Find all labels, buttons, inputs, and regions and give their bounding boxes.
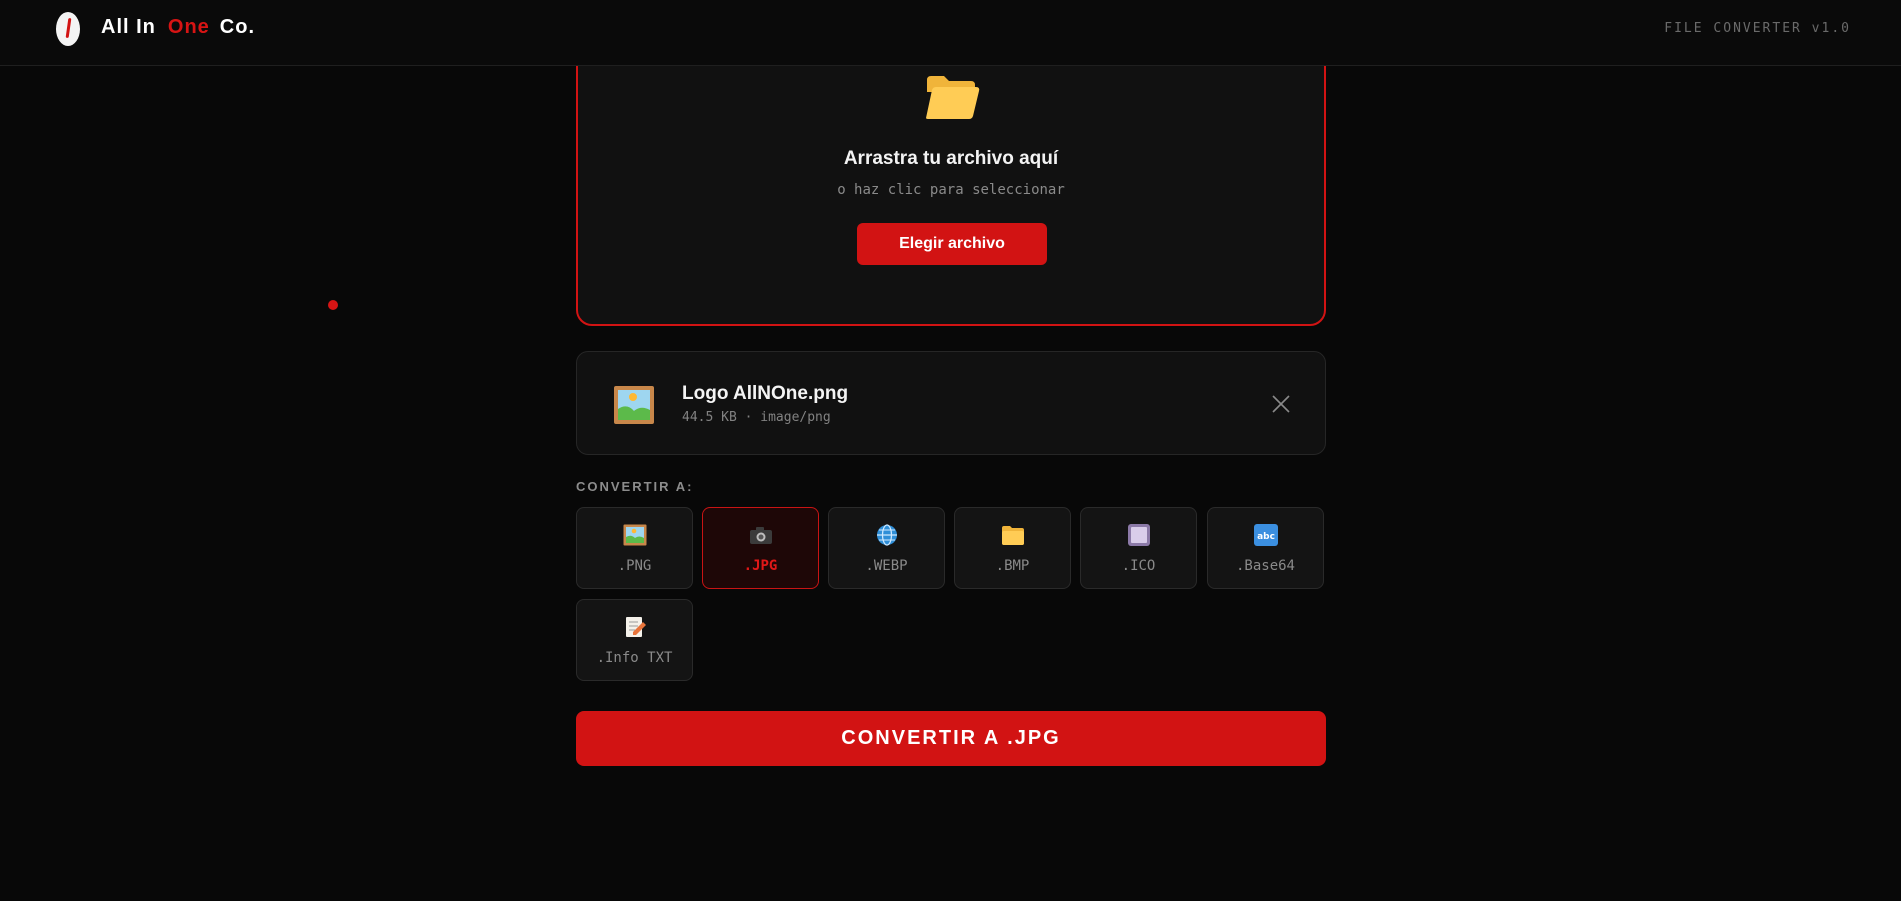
format-option-base64[interactable]: abc .Base64: [1207, 507, 1324, 589]
format-label: .BMP: [995, 558, 1030, 574]
dropzone-subtitle: o haz clic para seleccionar: [837, 182, 1065, 198]
selected-file-card: Logo AllNOne.png 44.5 KB · image/png: [576, 351, 1326, 455]
svg-text:abc: abc: [1257, 532, 1275, 542]
top-bar: All In One Co. FILE CONVERTER v1.0: [0, 0, 1901, 66]
close-icon[interactable]: [1271, 394, 1291, 414]
convert-button[interactable]: CONVERTIR A .JPG: [576, 711, 1326, 766]
file-meta: 44.5 KB · image/png: [682, 410, 831, 425]
format-label: .WEBP: [865, 558, 908, 574]
choose-file-button[interactable]: Elegir archivo: [857, 223, 1047, 265]
format-label: .Base64: [1235, 558, 1295, 574]
framed-picture-icon: [623, 524, 646, 546]
brand-name: All In One Co.: [101, 16, 255, 39]
dropzone-title: Arrastra tu archivo aquí: [843, 148, 1059, 169]
format-option-jpg[interactable]: .JPG: [702, 507, 819, 589]
logo-icon: [56, 12, 80, 46]
cursor-dot: [328, 300, 338, 310]
format-label: .ICO: [1121, 558, 1156, 574]
brand-word-one: One: [167, 16, 210, 38]
camera-icon: [749, 527, 772, 544]
globe-icon: [876, 524, 897, 546]
format-option-bmp[interactable]: .BMP: [954, 507, 1071, 589]
version-label: FILE CONVERTER v1.0: [1664, 21, 1851, 36]
open-folder-icon: [926, 76, 980, 119]
format-label: .PNG: [617, 558, 652, 574]
square-icon: [1127, 524, 1150, 546]
format-option-webp[interactable]: .WEBP: [828, 507, 945, 589]
format-option-info-txt[interactable]: .Info TXT: [576, 599, 693, 681]
file-name: Logo AllNOne.png: [682, 383, 849, 404]
format-option-png[interactable]: .PNG: [576, 507, 693, 589]
format-option-ico[interactable]: .ICO: [1080, 507, 1197, 589]
format-label: .Info TXT: [596, 650, 673, 666]
brand-word-co: Co.: [219, 16, 256, 38]
abc-icon: abc: [1253, 524, 1278, 546]
brand-word-all-in: All In: [101, 16, 156, 38]
framed-picture-icon: [614, 386, 654, 424]
format-label: .JPG: [743, 558, 778, 574]
memo-icon: [625, 617, 646, 637]
convert-to-label: CONVERTIR A:: [576, 479, 694, 494]
folder-icon: [1001, 526, 1024, 545]
